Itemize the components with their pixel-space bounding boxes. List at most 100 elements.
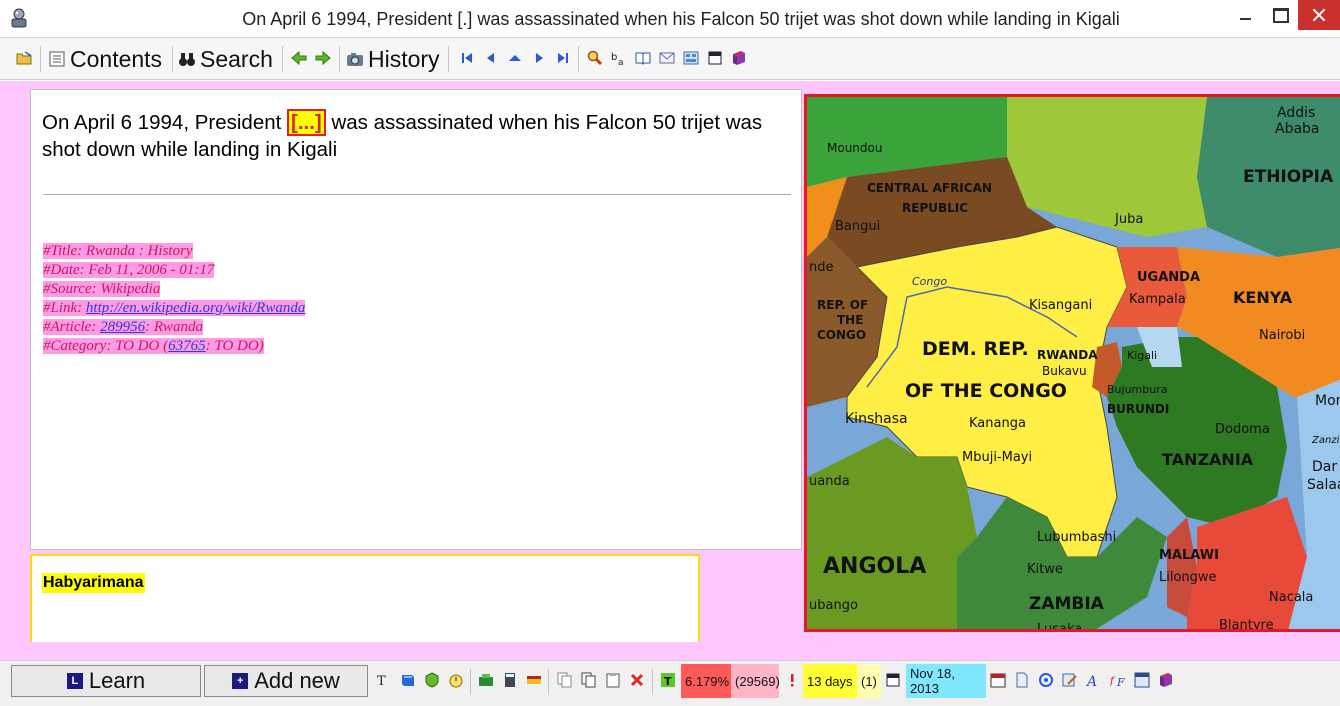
question-text: On April 6 1994, President [...] was ass…	[42, 109, 782, 163]
meta-link[interactable]: http://en.wikipedia.org/wiki/Rwanda	[85, 300, 306, 316]
document-icon[interactable]	[1014, 672, 1030, 688]
map-label-mom: Mom	[1315, 393, 1340, 409]
interval-days: 13 days	[803, 664, 857, 698]
mail-icon[interactable]	[659, 50, 675, 66]
map-label-nairobi: Nairobi	[1259, 328, 1305, 343]
map-label-lubango: ubango	[809, 598, 858, 613]
map-label-uganda: UGANDA	[1137, 270, 1200, 285]
map-label-lusaka: Lusaka	[1037, 622, 1082, 632]
map-label-luanda: uanda	[809, 474, 850, 489]
maximize-button[interactable]	[1262, 0, 1294, 30]
next-icon[interactable]	[531, 50, 547, 66]
map-label-rep-congo-3: CONGO	[817, 328, 866, 342]
map-label-congo-river: Congo	[912, 275, 947, 288]
meta-source: #Source: Wikipedia	[43, 281, 161, 297]
font-size-icon[interactable]: A	[1086, 672, 1102, 688]
map-label-lilongwe: Lilongwe	[1159, 570, 1217, 585]
map-label-drc-1: DEM. REP.	[922, 338, 1029, 360]
first-icon[interactable]	[459, 50, 475, 66]
svg-text:f: f	[1110, 676, 1116, 687]
close-button[interactable]	[1298, 0, 1340, 30]
calculator-icon[interactable]	[502, 672, 518, 688]
edit-icon[interactable]	[1062, 672, 1078, 688]
shield-icon[interactable]	[424, 672, 440, 688]
font-style-icon[interactable]: fF	[1110, 672, 1126, 688]
copy-icon[interactable]	[557, 672, 573, 688]
gallery-icon[interactable]	[683, 50, 699, 66]
add-new-button[interactable]: + Add new	[204, 665, 368, 697]
map-label-blantyre: Blantyre	[1219, 618, 1274, 632]
window-icon[interactable]	[885, 672, 901, 688]
memorized-percent: 6.179%	[681, 664, 731, 698]
flag-icon[interactable]	[526, 672, 542, 688]
map-label-car-2: REPUBLIC	[902, 201, 968, 215]
question-panel[interactable]: On April 6 1994, President [...] was ass…	[30, 89, 802, 550]
package-icon[interactable]	[478, 672, 494, 688]
pending-count: (1)	[857, 664, 881, 698]
svg-text:F: F	[1116, 676, 1125, 688]
meta-link-prefix: #Link:	[43, 300, 86, 316]
learn-icon: L	[66, 673, 83, 689]
map-label-rep-congo-1: REP. OF	[817, 298, 868, 312]
statistics-icon[interactable]: T	[660, 672, 676, 688]
main-toolbar: Contents Search History ba	[0, 38, 1340, 80]
layout-icon[interactable]	[1134, 672, 1150, 688]
map-label-mbuji-mayi: Mbuji-Mayi	[962, 450, 1032, 465]
search-button[interactable]: Search	[178, 42, 273, 76]
africa-map: Moundou CENTRAL AFRICAN REPUBLIC Bangui …	[807, 97, 1340, 632]
add-new-label: Add new	[254, 668, 340, 693]
window-icon[interactable]	[707, 50, 723, 66]
back-arrow-icon[interactable]	[291, 50, 307, 66]
history-label: History	[368, 45, 440, 72]
paste-icon[interactable]	[605, 672, 621, 688]
meta-article-prefix: #Article:	[43, 319, 101, 335]
map-label-zambia: ZAMBIA	[1029, 594, 1105, 614]
book-icon[interactable]	[635, 50, 651, 66]
contents-label: Contents	[70, 45, 163, 72]
open-folder-icon[interactable]	[16, 50, 32, 66]
map-label-ende: nde	[809, 260, 834, 275]
forward-arrow-icon[interactable]	[315, 50, 331, 66]
meta-category-link[interactable]: 63765	[168, 338, 206, 354]
answer-panel[interactable]: Habyarimana	[30, 554, 700, 642]
delete-icon[interactable]	[629, 672, 645, 688]
learn-button[interactable]: L Learn	[11, 665, 201, 697]
dictionary-icon[interactable]	[731, 50, 747, 66]
books-icon[interactable]	[400, 672, 416, 688]
target-icon[interactable]	[1038, 672, 1054, 688]
minimize-button[interactable]	[1228, 0, 1258, 30]
calendar-icon[interactable]	[990, 672, 1006, 688]
up-icon[interactable]	[507, 50, 523, 66]
learn-label: Learn	[88, 668, 146, 693]
alert-icon[interactable]	[784, 672, 800, 688]
svg-text:T: T	[664, 675, 672, 688]
map-label-nacala: Nacala	[1269, 590, 1313, 605]
window-title: On April 6 1994, President [.] was assas…	[242, 9, 1120, 29]
meta-category-suffix: : TO DO)	[205, 338, 264, 354]
find-icon[interactable]	[587, 50, 603, 66]
text-format-icon[interactable]: T	[376, 672, 392, 688]
dictionary-icon[interactable]	[1158, 672, 1174, 688]
map-label-rep-congo-2: THE	[837, 313, 863, 327]
map-label-addis-1: Addis	[1277, 105, 1315, 121]
meta-article-suffix: : Rwanda	[145, 319, 203, 335]
camera-icon	[347, 53, 363, 66]
map-label-drc-2: OF THE CONGO	[905, 380, 1067, 402]
translate-icon[interactable]: ba	[611, 50, 627, 66]
item-count: (29569)	[731, 664, 780, 698]
search-label: Search	[200, 45, 273, 72]
last-icon[interactable]	[555, 50, 571, 66]
history-button[interactable]: History	[346, 42, 440, 76]
stopwatch-icon[interactable]	[448, 672, 464, 688]
map-label-malawi: MALAWI	[1159, 548, 1219, 563]
map-label-bangui: Bangui	[835, 219, 880, 234]
svg-text:A: A	[1086, 674, 1097, 688]
map-label-dar-2: Salaam	[1307, 477, 1340, 493]
bottom-toolbar: L Learn + Add new T T 6.179% (29569) 13 …	[0, 660, 1340, 706]
svg-text:T: T	[377, 674, 386, 688]
map-image-frame[interactable]: Moundou CENTRAL AFRICAN REPUBLIC Bangui …	[804, 94, 1340, 632]
contents-button[interactable]: Contents	[48, 42, 162, 76]
previous-icon[interactable]	[483, 50, 499, 66]
meta-article-link[interactable]: 289956	[100, 319, 146, 335]
duplicate-icon[interactable]	[581, 672, 597, 688]
